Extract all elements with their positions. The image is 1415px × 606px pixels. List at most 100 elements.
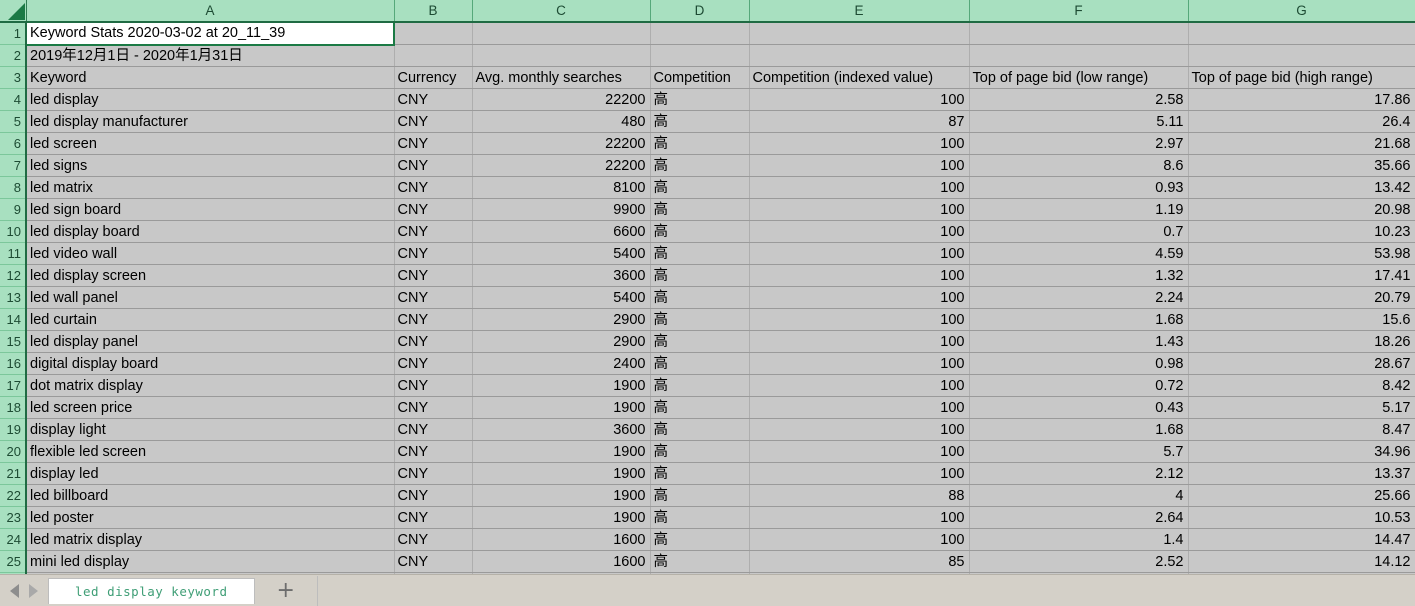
cell-c8[interactable]: 8100 <box>472 177 650 199</box>
column-header-f[interactable]: F <box>969 0 1188 22</box>
cell-e17[interactable]: 100 <box>749 375 969 397</box>
cell-a22[interactable]: led billboard <box>26 485 394 507</box>
cell-d21[interactable]: 高 <box>650 463 749 485</box>
table-row[interactable]: 22led billboardCNY1900高88425.66 <box>0 485 1415 507</box>
row-header-25[interactable]: 25 <box>0 551 26 573</box>
cell-a8[interactable]: led matrix <box>26 177 394 199</box>
column-header-e[interactable]: E <box>749 0 969 22</box>
cell-e5[interactable]: 87 <box>749 111 969 133</box>
cell-b17[interactable]: CNY <box>394 375 472 397</box>
cell-f24[interactable]: 1.4 <box>969 529 1188 551</box>
cell-f10[interactable]: 0.7 <box>969 221 1188 243</box>
cell-c6[interactable]: 22200 <box>472 133 650 155</box>
table-row[interactable]: 8led matrixCNY8100高1000.9313.42 <box>0 177 1415 199</box>
cell-a23[interactable]: led poster <box>26 507 394 529</box>
cell-e22[interactable]: 88 <box>749 485 969 507</box>
cell-a20[interactable]: flexible led screen <box>26 441 394 463</box>
cell-f25[interactable]: 2.52 <box>969 551 1188 573</box>
cell-e9[interactable]: 100 <box>749 199 969 221</box>
cell-f16[interactable]: 0.98 <box>969 353 1188 375</box>
row-header-10[interactable]: 10 <box>0 221 26 243</box>
row-header-11[interactable]: 11 <box>0 243 26 265</box>
cell-g9[interactable]: 20.98 <box>1188 199 1415 221</box>
row-header-15[interactable]: 15 <box>0 331 26 353</box>
cell-a16[interactable]: digital display board <box>26 353 394 375</box>
cell-c15[interactable]: 2900 <box>472 331 650 353</box>
row-header-16[interactable]: 16 <box>0 353 26 375</box>
column-header-c[interactable]: C <box>472 0 650 22</box>
cell-D2[interactable] <box>650 45 749 67</box>
cell-d19[interactable]: 高 <box>650 419 749 441</box>
cell-e21[interactable]: 100 <box>749 463 969 485</box>
cell-f21[interactable]: 2.12 <box>969 463 1188 485</box>
table-row[interactable]: 9led sign boardCNY9900高1001.1920.98 <box>0 199 1415 221</box>
cell-b19[interactable]: CNY <box>394 419 472 441</box>
cell-d18[interactable]: 高 <box>650 397 749 419</box>
cell-g15[interactable]: 18.26 <box>1188 331 1415 353</box>
cell-b4[interactable]: CNY <box>394 89 472 111</box>
cell-f23[interactable]: 2.64 <box>969 507 1188 529</box>
table-row[interactable]: 24led matrix displayCNY1600高1001.414.47 <box>0 529 1415 551</box>
table-row[interactable]: 19display lightCNY3600高1001.688.47 <box>0 419 1415 441</box>
column-header-g[interactable]: G <box>1188 0 1415 22</box>
cell-e24[interactable]: 100 <box>749 529 969 551</box>
cell-d13[interactable]: 高 <box>650 287 749 309</box>
cell-f12[interactable]: 1.32 <box>969 265 1188 287</box>
cell-b21[interactable]: CNY <box>394 463 472 485</box>
cell-g5[interactable]: 26.4 <box>1188 111 1415 133</box>
cell-f14[interactable]: 1.68 <box>969 309 1188 331</box>
cell-f18[interactable]: 0.43 <box>969 397 1188 419</box>
cell-c19[interactable]: 3600 <box>472 419 650 441</box>
row-header-5[interactable]: 5 <box>0 111 26 133</box>
cell-a18[interactable]: led screen price <box>26 397 394 419</box>
cell-g16[interactable]: 28.67 <box>1188 353 1415 375</box>
cell-D1[interactable] <box>650 22 749 45</box>
row-header-20[interactable]: 20 <box>0 441 26 463</box>
row-header-4[interactable]: 4 <box>0 89 26 111</box>
cell-b25[interactable]: CNY <box>394 551 472 573</box>
cell-g6[interactable]: 21.68 <box>1188 133 1415 155</box>
cell-e25[interactable]: 85 <box>749 551 969 573</box>
cell-c22[interactable]: 1900 <box>472 485 650 507</box>
add-sheet-button[interactable]: + <box>269 581 303 601</box>
select-all-corner[interactable] <box>0 0 26 22</box>
cell-f22[interactable]: 4 <box>969 485 1188 507</box>
row-header-12[interactable]: 12 <box>0 265 26 287</box>
row-header-21[interactable]: 21 <box>0 463 26 485</box>
cell-d11[interactable]: 高 <box>650 243 749 265</box>
cell-a9[interactable]: led sign board <box>26 199 394 221</box>
row-header-3[interactable]: 3 <box>0 67 26 89</box>
row-header-1[interactable]: 1 <box>0 22 26 45</box>
cell-d7[interactable]: 高 <box>650 155 749 177</box>
cell-c9[interactable]: 9900 <box>472 199 650 221</box>
cell-a5[interactable]: led display manufacturer <box>26 111 394 133</box>
cell-e12[interactable]: 100 <box>749 265 969 287</box>
table-row[interactable]: 13led wall panelCNY5400高1002.2420.79 <box>0 287 1415 309</box>
cell-b24[interactable]: CNY <box>394 529 472 551</box>
table-header-c[interactable]: Avg. monthly searches <box>472 67 650 89</box>
cell-e13[interactable]: 100 <box>749 287 969 309</box>
table-row[interactable]: 7led signsCNY22200高1008.635.66 <box>0 155 1415 177</box>
row-header-24[interactable]: 24 <box>0 529 26 551</box>
cell-e18[interactable]: 100 <box>749 397 969 419</box>
cell-d14[interactable]: 高 <box>650 309 749 331</box>
cell-a2-date-range[interactable]: 2019年12月1日 - 2020年1月31日 <box>26 45 394 67</box>
table-row[interactable]: 15led display panelCNY2900高1001.4318.26 <box>0 331 1415 353</box>
cell-d4[interactable]: 高 <box>650 89 749 111</box>
cell-a24[interactable]: led matrix display <box>26 529 394 551</box>
row-header-19[interactable]: 19 <box>0 419 26 441</box>
cell-C1[interactable] <box>472 22 650 45</box>
table-row[interactable]: 5led display manufacturerCNY480高875.1126… <box>0 111 1415 133</box>
cell-b9[interactable]: CNY <box>394 199 472 221</box>
cell-c21[interactable]: 1900 <box>472 463 650 485</box>
cell-c24[interactable]: 1600 <box>472 529 650 551</box>
cell-B1[interactable] <box>394 22 472 45</box>
cell-G2[interactable] <box>1188 45 1415 67</box>
row-header-17[interactable]: 17 <box>0 375 26 397</box>
table-row[interactable]: 20flexible led screenCNY1900高1005.734.96 <box>0 441 1415 463</box>
cell-b8[interactable]: CNY <box>394 177 472 199</box>
cell-a10[interactable]: led display board <box>26 221 394 243</box>
sheet-tab-led-display-keyword[interactable]: led display keyword <box>48 578 255 604</box>
spreadsheet-grid[interactable]: A B C D E F G 1Keyword Stats 2020-03-02 … <box>0 0 1415 578</box>
cell-d23[interactable]: 高 <box>650 507 749 529</box>
